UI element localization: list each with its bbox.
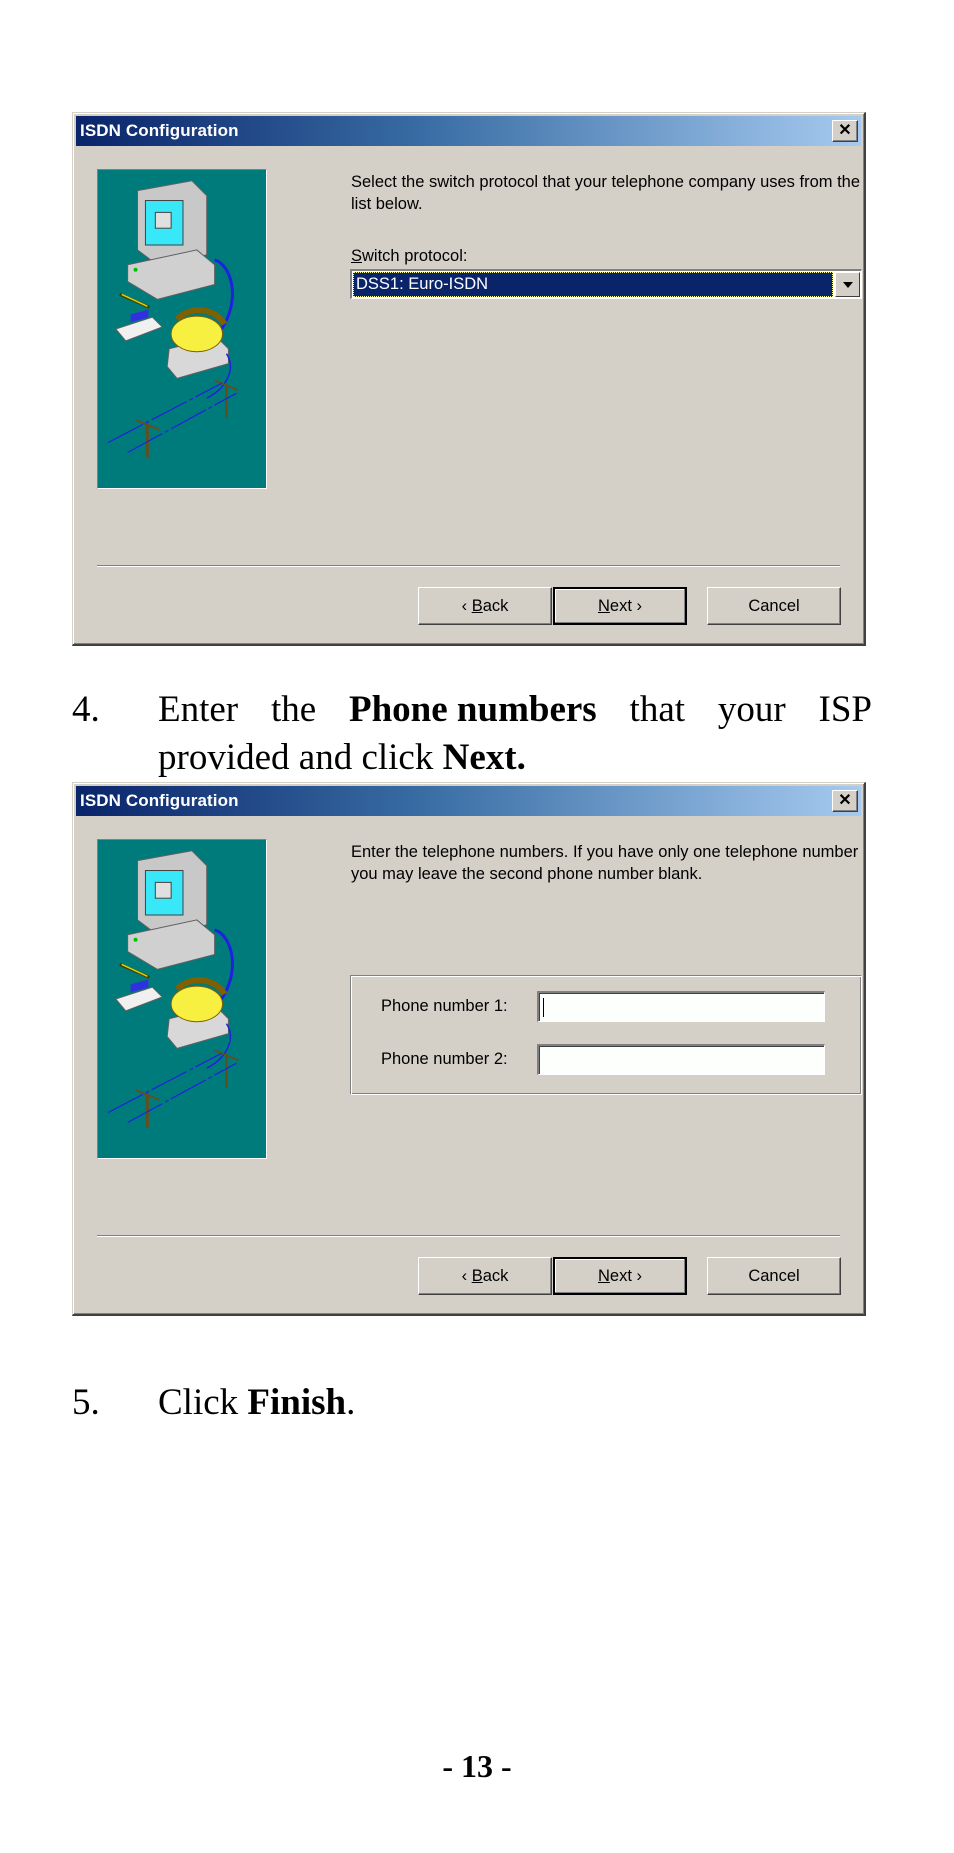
step-text: Click Finish.	[158, 1379, 872, 1427]
close-icon: ✕	[838, 792, 852, 809]
switch-protocol-select[interactable]: DSS1: Euro-ISDN	[350, 269, 862, 299]
chevron-down-icon	[843, 282, 853, 288]
telephone-pole-icon	[135, 1049, 239, 1128]
word: your	[717, 689, 786, 730]
next-button[interactable]: Next ›	[553, 1257, 687, 1295]
back-accesskey: B	[471, 597, 483, 615]
isdn-config-dialog-switch-protocol: ISDN Configuration ✕ Select the switch p…	[72, 112, 866, 646]
next-label: ext ›	[609, 1267, 642, 1285]
close-button[interactable]: ✕	[832, 790, 858, 812]
word: ISP	[818, 689, 872, 730]
back-accesskey: B	[471, 1267, 483, 1285]
dialog-title: ISDN Configuration	[80, 791, 239, 810]
title-bar: ISDN Configuration ✕	[76, 786, 861, 816]
telephone-pole-icon	[135, 379, 239, 458]
back-arrow: ‹	[461, 1267, 472, 1285]
switch-protocol-label: Switch protocol:	[351, 247, 467, 266]
isdn-config-dialog-phone-numbers: ISDN Configuration ✕ Enter the telephone…	[72, 782, 866, 1316]
divider	[97, 565, 840, 567]
emphasis-next: Next.	[442, 737, 526, 778]
close-button[interactable]: ✕	[832, 120, 858, 142]
telephone-icon	[166, 977, 229, 1049]
instruction-text: Enter the telephone numbers. If you have…	[351, 843, 859, 883]
step-number: 5.	[72, 1382, 100, 1423]
next-label: ext ›	[609, 597, 642, 615]
word: that	[629, 689, 686, 730]
text-caret	[543, 998, 544, 1017]
next-button[interactable]: Next ›	[553, 587, 687, 625]
back-label: ack	[482, 597, 509, 615]
phone-numbers-group: Phone number 1: Phone number 2:	[350, 975, 862, 1095]
back-button[interactable]: ‹ Back	[418, 1257, 552, 1295]
instruction-text: Select the switch protocol that your tel…	[351, 173, 861, 213]
divider	[97, 1235, 840, 1237]
step-text-pre: Click	[158, 1382, 248, 1423]
computer-phone-illustration	[107, 850, 239, 1128]
next-accesskey: N	[597, 597, 610, 615]
back-arrow: ‹	[461, 597, 472, 615]
word: the	[270, 689, 317, 730]
emphasis-phone-numbers: Phone numbers	[348, 689, 597, 730]
computer-icon	[127, 180, 216, 300]
pencil-icon	[119, 963, 150, 979]
selected-protocol: DSS1: Euro-ISDN	[353, 272, 833, 297]
computer-icon	[127, 850, 216, 970]
label-rest: witch protocol:	[362, 247, 468, 265]
notepad-icon	[114, 979, 164, 1012]
cancel-button[interactable]: Cancel	[707, 1257, 841, 1295]
phone-number-2-label: Phone number 2:	[381, 1050, 508, 1068]
wizard-illustration	[97, 839, 267, 1159]
step-number: 4.	[72, 689, 100, 730]
next-accesskey: N	[597, 1267, 610, 1285]
telephone-icon	[166, 307, 229, 379]
back-label: ack	[482, 1267, 509, 1285]
dropdown-button[interactable]	[835, 272, 860, 297]
phone-number-1-input[interactable]	[537, 991, 825, 1022]
title-bar: ISDN Configuration ✕	[76, 116, 861, 146]
dialog-title: ISDN Configuration	[80, 121, 239, 140]
step-text: Enter the Phone numbers that your ISP pr…	[158, 686, 872, 782]
notepad-icon	[114, 309, 164, 342]
computer-phone-illustration	[107, 180, 239, 458]
page-number: - 13 -	[442, 1748, 512, 1784]
emphasis-finish: Finish	[247, 1382, 347, 1423]
step-text-post: .	[346, 1382, 356, 1423]
step-text-line2: provided and click	[158, 737, 443, 778]
accesskey-char: S	[351, 247, 363, 265]
phone-number-1-label: Phone number 1:	[381, 997, 508, 1015]
close-icon: ✕	[838, 122, 852, 139]
back-button[interactable]: ‹ Back	[418, 587, 552, 625]
pencil-icon	[119, 293, 150, 309]
phone-number-2-input[interactable]	[537, 1044, 825, 1075]
word: Enter	[158, 689, 239, 730]
wizard-illustration	[97, 169, 267, 489]
cancel-button[interactable]: Cancel	[707, 587, 841, 625]
